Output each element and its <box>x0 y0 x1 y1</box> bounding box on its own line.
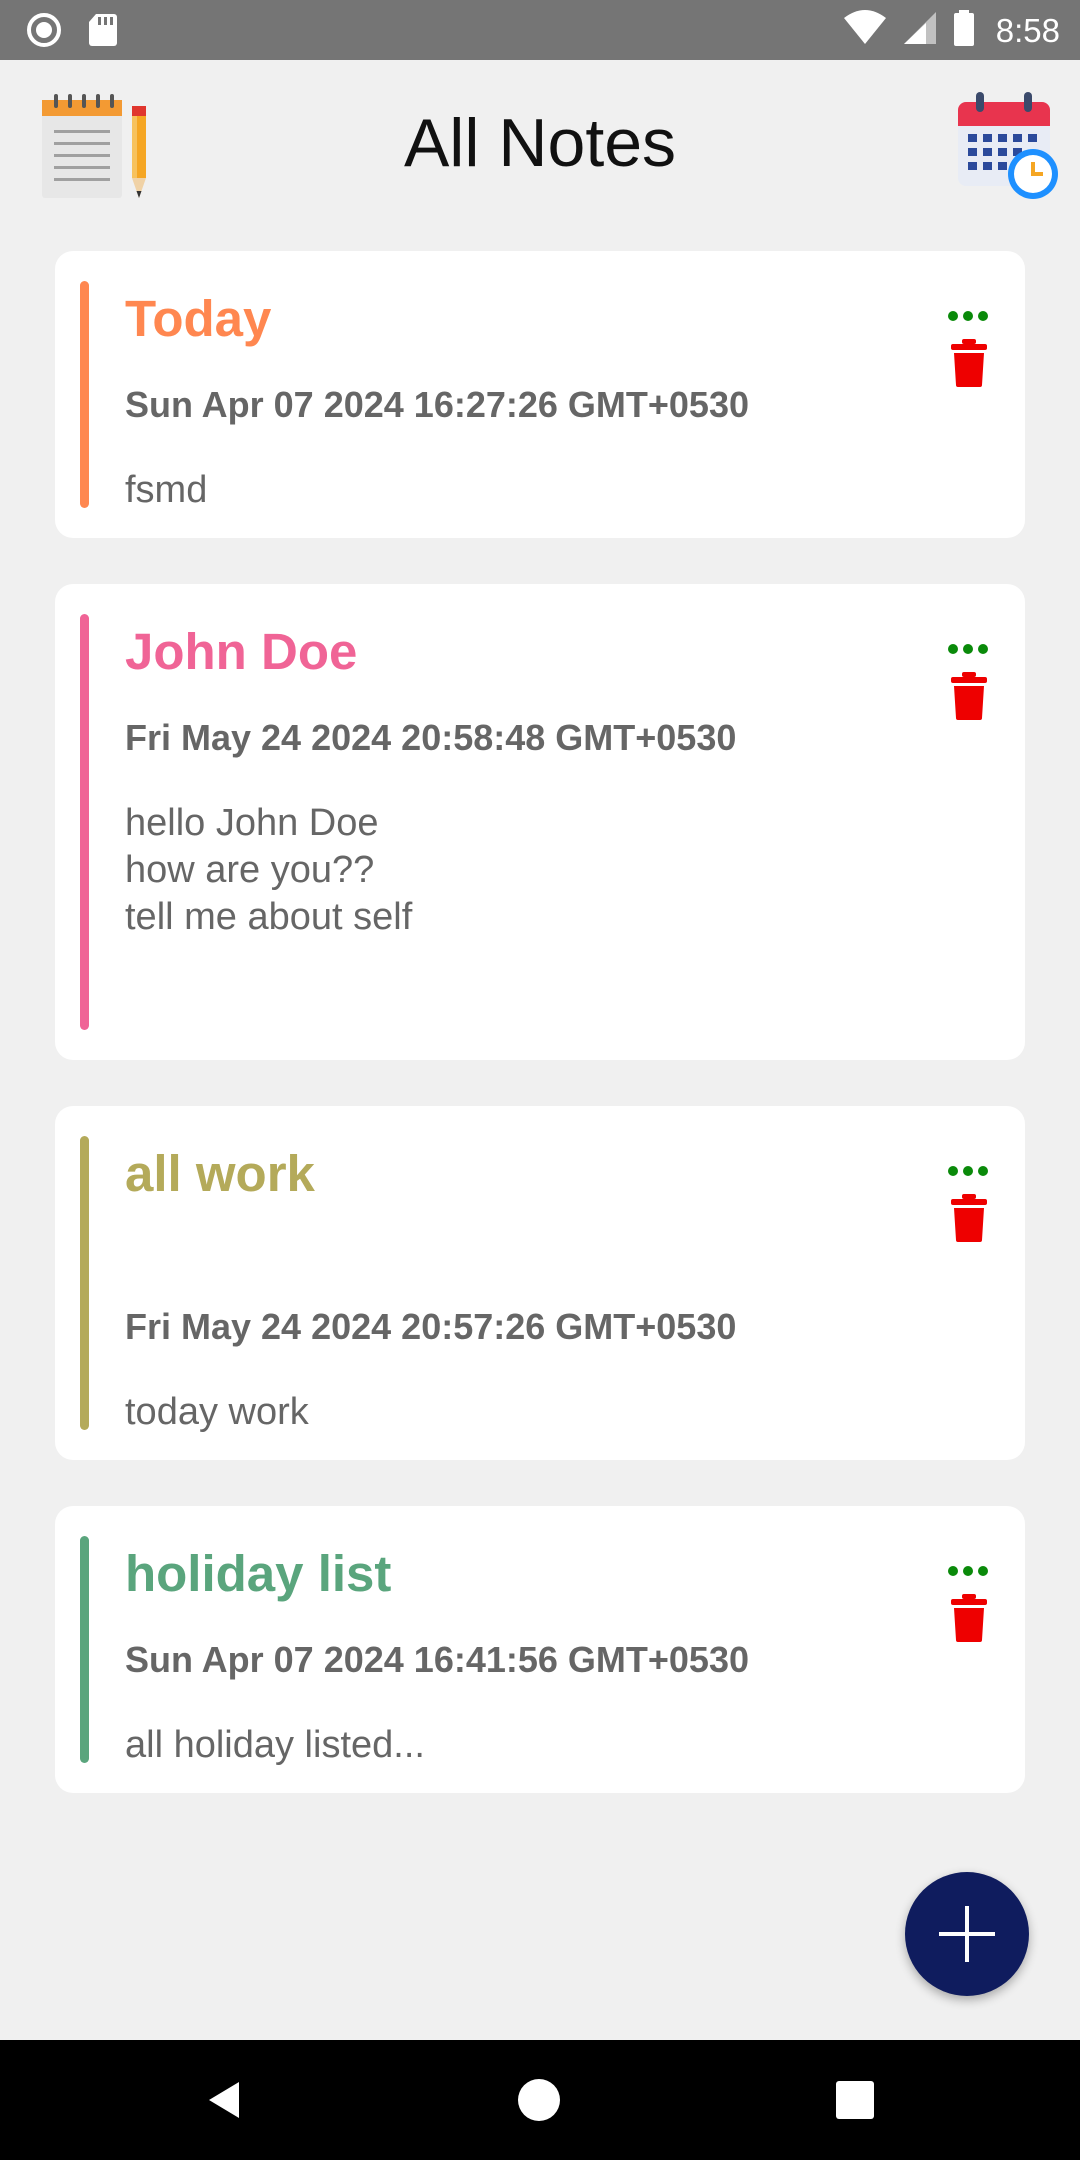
status-time: 8:58 <box>995 11 1060 49</box>
note-title: all work <box>125 1145 315 1202</box>
cell-signal-icon <box>902 8 938 53</box>
add-note-button[interactable] <box>905 1872 1029 1996</box>
note-color-bar <box>80 1136 89 1430</box>
system-nav-bar <box>0 2040 1080 2160</box>
note-body: fsmd <box>125 469 208 511</box>
status-right-icons: 8:58 <box>842 8 1060 53</box>
note-title: holiday list <box>125 1545 392 1602</box>
more-dots-icon[interactable] <box>947 309 989 323</box>
note-date: Sun Apr 07 2024 16:27:26 GMT+0530 <box>125 384 749 425</box>
more-dots-icon[interactable] <box>947 1564 989 1578</box>
note-date: Fri May 24 2024 20:58:48 GMT+0530 <box>125 717 737 758</box>
note-card[interactable]: all work Fri May 24 2024 20:57:26 GMT+05… <box>55 1106 1025 1460</box>
note-card[interactable]: holiday list Sun Apr 07 2024 16:41:56 GM… <box>55 1506 1025 1793</box>
note-title: Today <box>125 290 272 347</box>
calendar-clock-icon[interactable] <box>956 90 1060 202</box>
battery-icon <box>952 8 976 53</box>
note-body: all holiday listed... <box>125 1724 425 1766</box>
note-date: Fri May 24 2024 20:57:26 GMT+0530 <box>125 1306 737 1347</box>
more-dots-icon[interactable] <box>947 642 989 656</box>
back-icon[interactable] <box>195 2070 255 2130</box>
trash-icon[interactable] <box>949 1194 989 1242</box>
status-left-icons <box>26 12 118 53</box>
note-color-bar <box>80 281 89 508</box>
note-title: John Doe <box>125 623 358 680</box>
home-icon[interactable] <box>509 2070 569 2130</box>
trash-icon[interactable] <box>949 1594 989 1642</box>
recents-icon[interactable] <box>825 2070 885 2130</box>
wifi-icon <box>842 8 888 53</box>
trash-icon[interactable] <box>949 339 989 387</box>
circle-record-icon <box>26 12 62 53</box>
app-header: All Notes <box>0 60 1080 240</box>
plus-icon <box>939 1906 995 1962</box>
status-bar: 8:58 <box>0 0 1080 60</box>
trash-icon[interactable] <box>949 672 989 720</box>
page-title: All Notes <box>403 105 677 181</box>
note-color-bar <box>80 614 89 1030</box>
note-card[interactable]: John Doe Fri May 24 2024 20:58:48 GMT+05… <box>55 584 1025 1060</box>
note-date: Sun Apr 07 2024 16:41:56 GMT+0530 <box>125 1639 749 1680</box>
note-card[interactable]: Today Sun Apr 07 2024 16:27:26 GMT+0530 … <box>55 251 1025 538</box>
note-color-bar <box>80 1536 89 1763</box>
more-dots-icon[interactable] <box>947 1164 989 1178</box>
note-body: hello John Doe how are you?? tell me abo… <box>125 802 413 938</box>
note-body: today work <box>125 1391 309 1433</box>
notes-screen: 8:58 All Notes Today Sun Apr 07 2024 16:… <box>0 0 1080 2160</box>
sd-card-icon <box>88 12 118 53</box>
notes-list: Today Sun Apr 07 2024 16:27:26 GMT+0530 … <box>55 251 1025 1839</box>
